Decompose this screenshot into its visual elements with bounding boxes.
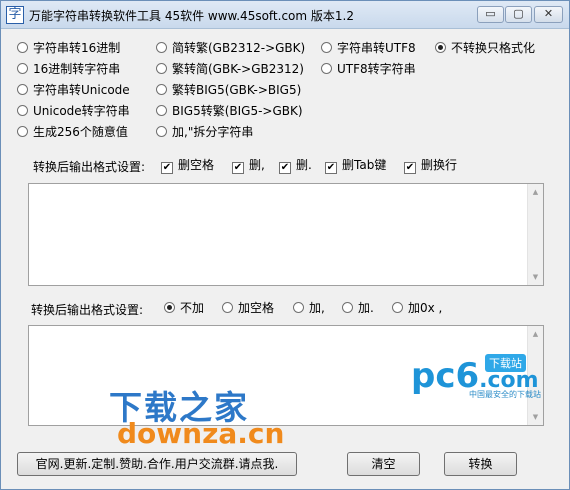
radio-icon [342,302,353,313]
option-remove-space[interactable]: ✔ 删空格 [161,158,214,174]
mode-big5-to-trad[interactable]: BIG5转繁(BIG5->GBK) [156,104,303,118]
checkbox-checked-icon: ✔ [325,162,337,174]
option-remove-tab[interactable]: ✔ 删Tab键 [325,158,386,174]
radio-icon [17,84,28,95]
mode-format-only[interactable]: 不转换只格式化 [435,41,535,55]
downza-watermark-domain: downza.cn [117,417,285,450]
scroll-down-icon[interactable]: ▼ [528,269,543,285]
mode-str-to-utf8[interactable]: 字符串转UTF8 [321,41,416,55]
radio-icon [156,84,167,95]
checkbox-checked-icon: ✔ [161,162,173,174]
app-window: 字 万能字符串转换软件工具 45软件 www.45soft.com 版本1.2 … [0,0,570,490]
option-add-comma[interactable]: 加, [293,301,325,315]
option-remove-newline[interactable]: ✔ 删换行 [404,158,457,174]
pc6-watermark-slogan: 中国最安全的下载站 [469,390,541,399]
checkbox-checked-icon: ✔ [404,162,416,174]
radio-icon [156,42,167,53]
radio-icon [156,63,167,74]
mode-str-to-unicode[interactable]: 字符串转Unicode [17,83,130,97]
input-scrollbar[interactable]: ▲ ▼ [527,184,543,285]
radio-icon [321,63,332,74]
radio-icon [17,105,28,116]
option-add-dot[interactable]: 加. [342,301,374,315]
convert-button[interactable]: 转换 [444,452,517,476]
scroll-up-icon[interactable]: ▲ [528,184,543,200]
mode-unicode-to-str[interactable]: Unicode转字符串 [17,104,130,118]
minimize-button[interactable]: ▭ [477,6,504,23]
clear-button[interactable]: 清空 [347,452,420,476]
app-icon: 字 [6,6,24,24]
pc6-watermark-tag: 下载站 [485,354,526,372]
mode-trad-to-big5[interactable]: 繁转BIG5(GBK->BIG5) [156,83,301,97]
radio-selected-icon [435,42,446,53]
radio-icon [222,302,233,313]
website-button[interactable]: 官网.更新.定制.赞助.合作.用户交流群.请点我. [17,452,297,476]
radio-icon [321,42,332,53]
mode-utf8-to-str[interactable]: UTF8转字符串 [321,62,416,76]
mode-str-to-hex[interactable]: 字符串转16进制 [17,41,120,55]
mode-trad-to-simp[interactable]: 繁转简(GBK->GB2312) [156,62,304,76]
option-add-none[interactable]: 不加 [164,301,204,315]
radio-icon [17,42,28,53]
scroll-up-icon[interactable]: ▲ [528,326,543,342]
option-add-0x[interactable]: 加0x , [392,301,442,315]
radio-icon [156,105,167,116]
checkbox-checked-icon: ✔ [279,162,291,174]
window-title: 万能字符串转换软件工具 45软件 www.45soft.com 版本1.2 [29,9,354,23]
checkbox-checked-icon: ✔ [232,162,244,174]
radio-icon [156,126,167,137]
title-bar[interactable]: 字 万能字符串转换软件工具 45软件 www.45soft.com 版本1.2 … [1,1,569,29]
mode-random-256[interactable]: 生成256个随意值 [17,125,128,139]
option-add-space[interactable]: 加空格 [222,301,274,315]
scroll-down-icon[interactable]: ▼ [528,409,543,425]
radio-icon [17,126,28,137]
option-remove-dot[interactable]: ✔ 删. [279,158,312,174]
mode-hex-to-str[interactable]: 16进制转字符串 [17,62,120,76]
radio-selected-icon [164,302,175,313]
format-settings-label-2: 转换后输出格式设置: [31,303,144,317]
radio-icon [392,302,403,313]
input-textarea[interactable]: ▲ ▼ [28,183,544,286]
radio-icon [17,63,28,74]
maximize-icon: ▢ [513,7,524,20]
mode-split-string[interactable]: 加,"拆分字符串 [156,125,253,139]
format-settings-label-1: 转换后输出格式设置: [33,160,146,174]
close-button[interactable]: ✕ [534,6,563,23]
close-icon: ✕ [543,7,554,20]
minimize-icon: ▭ [485,7,496,20]
maximize-button[interactable]: ▢ [505,6,532,23]
radio-icon [293,302,304,313]
option-remove-comma[interactable]: ✔ 删, [232,158,265,174]
mode-simp-to-trad[interactable]: 简转繁(GB2312->GBK) [156,41,305,55]
